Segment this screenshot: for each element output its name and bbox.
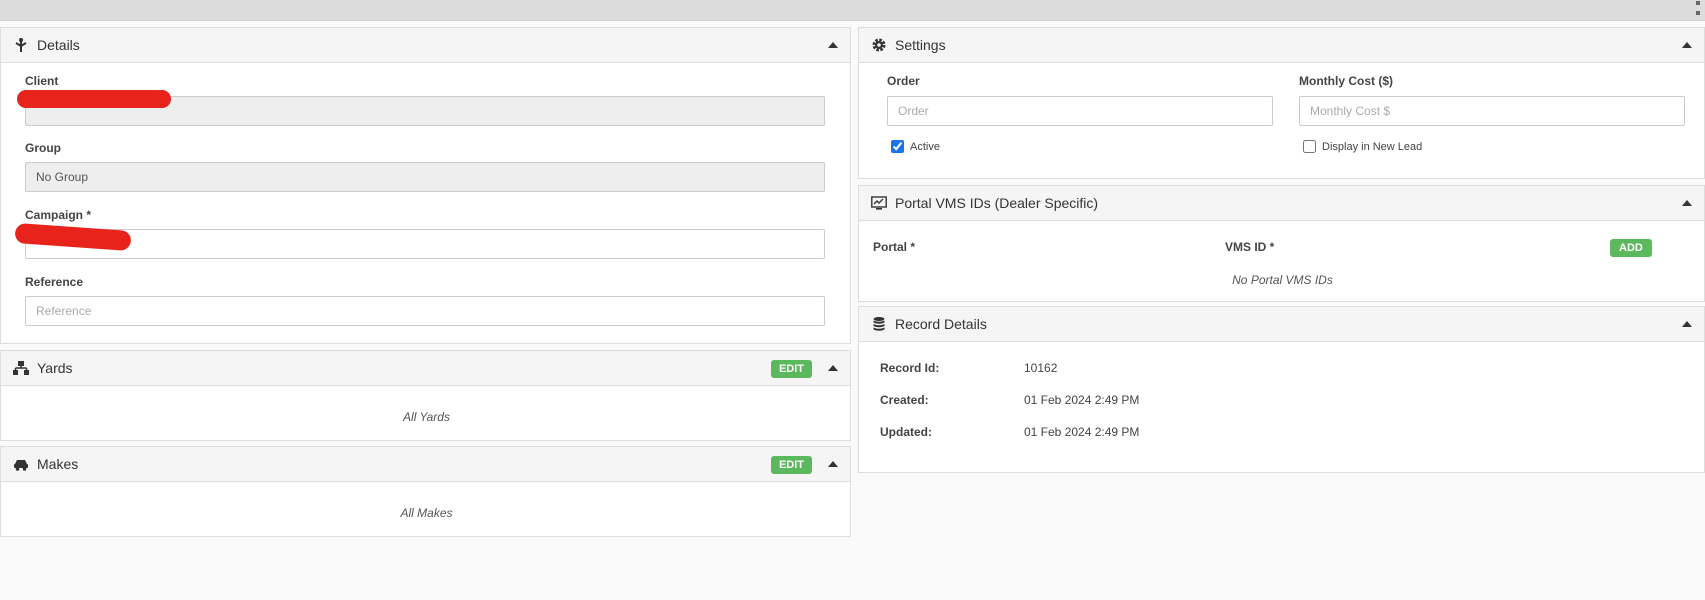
record-details-panel: Record Details Record Id: 10162 Created:… [858,306,1705,473]
top-toolbar [0,0,1705,21]
yards-panel-header[interactable]: Yards EDIT [1,351,850,386]
record-id-label: Record Id: [880,361,940,375]
record-details-panel-title: Record Details [895,316,987,332]
yard-network-icon [13,360,29,376]
yards-edit-button[interactable]: EDIT [770,360,812,378]
updated-label: Updated: [880,425,932,439]
add-portal-vms-button[interactable]: ADD [1610,239,1652,257]
display-new-lead-checkbox-row[interactable]: Display in New Lead [1303,140,1422,153]
settings-panel-header[interactable]: Settings [859,28,1704,63]
reference-input[interactable] [25,296,825,326]
database-icon [871,316,887,332]
yards-panel: Yards EDIT All Yards [0,350,851,441]
yards-panel-title: Yards [37,360,73,376]
details-collapse-icon[interactable] [828,42,838,48]
settings-collapse-icon[interactable] [1682,42,1692,48]
makes-panel: Makes EDIT All Makes [0,446,851,537]
order-label: Order [887,74,920,88]
portal-vms-collapse-icon[interactable] [1682,200,1692,206]
active-checkbox-row[interactable]: Active [891,140,940,153]
active-checkbox[interactable] [891,140,904,153]
portal-vms-panel: Portal VMS IDs (Dealer Specific) Portal … [858,185,1705,302]
makes-collapse-icon[interactable] [828,461,838,467]
makes-empty-text: All Makes [400,506,453,520]
portal-column-header: Portal * [873,240,916,254]
gear-icon [871,37,887,53]
funnel-sign-icon [13,37,29,53]
details-panel-header[interactable]: Details [1,28,850,63]
record-id-value: 10162 [1024,361,1058,375]
campaign-label: Campaign * [25,208,92,222]
monthly-cost-input[interactable] [1299,96,1685,126]
vms-id-column-header: VMS ID * [1225,240,1275,254]
settings-panel: Settings Order Monthly Cost ($) Active D… [858,27,1705,179]
campaign-field[interactable] [25,229,825,259]
makes-panel-header[interactable]: Makes EDIT [1,447,850,482]
created-value: 01 Feb 2024 2:49 PM [1024,393,1140,407]
client-redaction-mark [17,90,171,108]
order-input[interactable] [887,96,1273,126]
record-details-panel-header[interactable]: Record Details [859,307,1704,342]
makes-edit-button[interactable]: EDIT [770,456,812,474]
group-field[interactable] [25,162,825,192]
portal-vms-panel-title: Portal VMS IDs (Dealer Specific) [895,195,1099,211]
details-panel-title: Details [37,37,80,53]
yards-empty-text: All Yards [403,410,450,424]
monitor-chart-icon [871,195,887,211]
car-icon [13,456,29,472]
settings-panel-title: Settings [895,37,946,53]
portal-vms-empty-text: No Portal VMS IDs [1232,273,1333,287]
display-new-lead-checkbox[interactable] [1303,140,1316,153]
client-label: Client [25,74,59,88]
group-label: Group [25,141,61,155]
updated-value: 01 Feb 2024 2:49 PM [1024,425,1140,439]
active-label: Active [910,140,940,153]
monthly-cost-label: Monthly Cost ($) [1299,74,1393,88]
portal-vms-panel-header[interactable]: Portal VMS IDs (Dealer Specific) [859,186,1704,221]
makes-panel-title: Makes [37,456,79,472]
yards-collapse-icon[interactable] [828,365,838,371]
details-panel: Details Client Group Campaign * Referenc… [0,27,851,344]
more-options-icon[interactable] [1696,1,1702,15]
reference-label: Reference [25,275,84,289]
record-details-collapse-icon[interactable] [1682,321,1692,327]
created-label: Created: [880,393,929,407]
display-new-lead-label: Display in New Lead [1322,140,1423,153]
